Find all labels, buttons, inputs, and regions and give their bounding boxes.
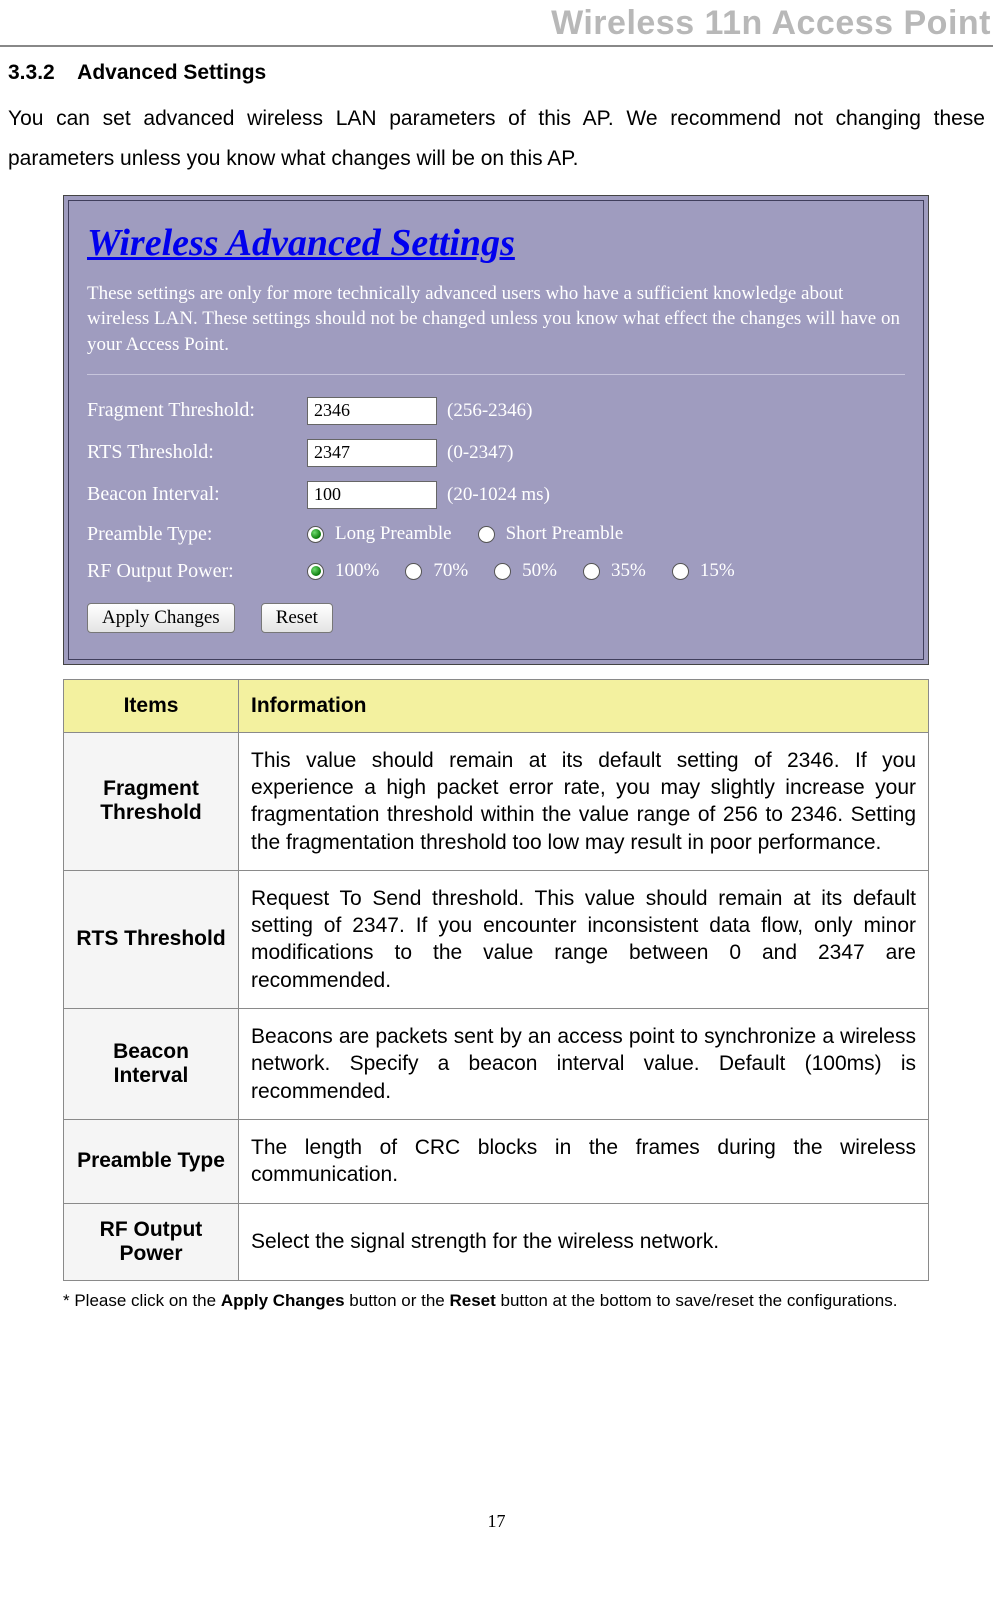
apply-changes-button[interactable]: Apply Changes [87, 603, 235, 633]
page-content: 3.3.2 Advanced Settings You can set adva… [0, 61, 993, 1311]
table-row: Beacon Interval Beacons are packets sent… [64, 1009, 929, 1120]
row-fragment-threshold: Fragment Threshold: (256-2346) [87, 397, 905, 425]
td-info: Select the signal strength for the wirel… [239, 1203, 929, 1280]
td-info: This value should remain at its default … [239, 732, 929, 870]
radio-short-preamble[interactable] [478, 526, 495, 543]
radio-short-preamble-label: Short Preamble [506, 523, 624, 545]
input-beacon[interactable] [307, 481, 437, 509]
td-info: Beacons are packets sent by an access po… [239, 1009, 929, 1120]
panel-title: Wireless Advanced Settings [87, 221, 905, 265]
row-preamble-type: Preamble Type: Long Preamble Short Pream… [87, 523, 905, 546]
page-header: Wireless 11n Access Point [0, 0, 993, 47]
td-info: Request To Send threshold. This value sh… [239, 870, 929, 1008]
table-row: RTS Threshold Request To Send threshold.… [64, 870, 929, 1008]
td-item: Fragment Threshold [64, 732, 239, 870]
range-rts: (0-2347) [447, 442, 513, 464]
label-fragment: Fragment Threshold: [87, 399, 307, 422]
radio-long-preamble[interactable] [307, 526, 324, 543]
row-rf-output-power: RF Output Power: 100% 70% 50% 35% 15% [87, 560, 905, 583]
reset-button[interactable]: Reset [261, 603, 333, 633]
radio-rf-15[interactable] [672, 563, 689, 580]
table-row: Preamble Type The length of CRC blocks i… [64, 1119, 929, 1203]
rf-radio-group: 100% 70% 50% 35% 15% [307, 560, 753, 582]
label-preamble: Preamble Type: [87, 523, 307, 546]
radio-rf-100-label: 100% [335, 560, 379, 582]
settings-panel-inner: Wireless Advanced Settings These setting… [68, 200, 924, 660]
input-fragment[interactable] [307, 397, 437, 425]
info-table: Items Information Fragment Threshold Thi… [63, 679, 929, 1281]
row-beacon-interval: Beacon Interval: (20-1024 ms) [87, 481, 905, 509]
td-item: Beacon Interval [64, 1009, 239, 1120]
section-number: 3.3.2 [8, 61, 55, 85]
preamble-radio-group: Long Preamble Short Preamble [307, 523, 641, 545]
radio-rf-50[interactable] [494, 563, 511, 580]
input-rts[interactable] [307, 439, 437, 467]
radio-rf-35-label: 35% [611, 560, 646, 582]
td-item: RF Output Power [64, 1203, 239, 1280]
section-header: 3.3.2 Advanced Settings [8, 61, 985, 85]
table-row: Fragment Threshold This value should rem… [64, 732, 929, 870]
footnote-mid: button or the [345, 1291, 450, 1310]
radio-rf-70[interactable] [405, 563, 422, 580]
radio-rf-70-label: 70% [433, 560, 468, 582]
row-rts-threshold: RTS Threshold: (0-2347) [87, 439, 905, 467]
section-intro: You can set advanced wireless LAN parame… [8, 99, 985, 179]
footnote-apply: Apply Changes [221, 1291, 345, 1310]
radio-rf-35[interactable] [583, 563, 600, 580]
form-rows: Fragment Threshold: (256-2346) RTS Thres… [87, 397, 905, 633]
page-number: 17 [0, 1511, 993, 1532]
range-beacon: (20-1024 ms) [447, 484, 550, 506]
footnote-reset: Reset [449, 1291, 495, 1310]
panel-buttons: Apply Changes Reset [87, 603, 905, 633]
footnote-pre: * Please click on the [63, 1291, 221, 1310]
label-rf-power: RF Output Power: [87, 560, 307, 583]
td-item: Preamble Type [64, 1119, 239, 1203]
footnote: * Please click on the Apply Changes butt… [63, 1291, 985, 1311]
table-header-row: Items Information [64, 679, 929, 732]
radio-rf-50-label: 50% [522, 560, 557, 582]
label-rts: RTS Threshold: [87, 441, 307, 464]
radio-rf-15-label: 15% [700, 560, 735, 582]
radio-rf-100[interactable] [307, 563, 324, 580]
range-fragment: (256-2346) [447, 400, 532, 422]
radio-long-preamble-label: Long Preamble [335, 523, 452, 545]
th-items: Items [64, 679, 239, 732]
section-title: Advanced Settings [77, 61, 266, 84]
td-item: RTS Threshold [64, 870, 239, 1008]
th-info: Information [239, 679, 929, 732]
header-title: Wireless 11n Access Point [551, 4, 991, 42]
td-info: The length of CRC blocks in the frames d… [239, 1119, 929, 1203]
table-row: RF Output Power Select the signal streng… [64, 1203, 929, 1280]
settings-panel: Wireless Advanced Settings These setting… [63, 195, 929, 665]
panel-note: These settings are only for more technic… [87, 281, 905, 375]
label-beacon: Beacon Interval: [87, 483, 307, 506]
footnote-post: button at the bottom to save/reset the c… [496, 1291, 898, 1310]
